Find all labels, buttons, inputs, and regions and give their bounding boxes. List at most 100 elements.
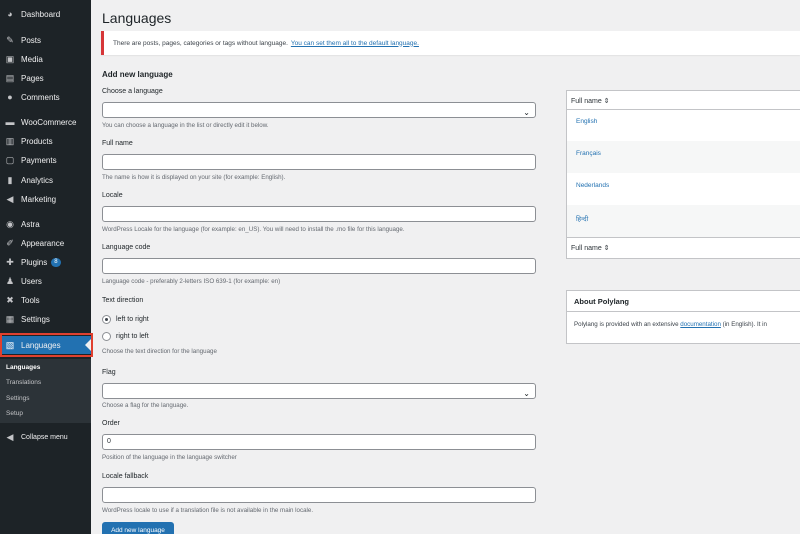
dashboard-icon: ◕	[7, 8, 13, 19]
menu-label: WooCommerce	[21, 117, 77, 127]
full-name-desc: The name is how it is displayed on your …	[102, 174, 286, 181]
menu-label: Dashboard	[21, 9, 61, 19]
menu-label: Marketing	[21, 194, 57, 204]
choose-language-label: Choose a language	[102, 88, 163, 95]
notice-text: There are posts, pages, categories or ta…	[113, 39, 288, 47]
menu-label: Settings	[21, 314, 50, 324]
menu-pages[interactable]: ▤ Pages	[0, 69, 91, 87]
text-direction-label: Text direction	[102, 297, 144, 304]
menu-dashboard[interactable]: ◕ Dashboard	[0, 5, 91, 23]
submenu-translations[interactable]: Translations	[6, 379, 41, 386]
collapse-menu-button[interactable]: ◀ Collapse menu	[0, 428, 91, 446]
menu-woocommerce[interactable]: ▬ WooCommerce	[0, 113, 91, 131]
menu-tools[interactable]: ✖ Tools	[0, 291, 91, 309]
pages-icon: ▤	[5, 72, 15, 83]
locale-desc: WordPress Locale for the language (for e…	[102, 226, 405, 233]
menu-products[interactable]: ▥ Products	[0, 132, 91, 150]
collapse-icon: ◀	[6, 431, 14, 442]
full-name-label: Full name	[102, 140, 133, 147]
payments-icon: ▢	[5, 154, 15, 165]
menu-plugins[interactable]: ✚ Plugins 8	[0, 253, 91, 271]
menu-label: Plugins	[21, 257, 48, 267]
menu-astra[interactable]: ◉ Astra	[0, 215, 91, 233]
locale-input[interactable]	[102, 206, 536, 222]
submenu-setup[interactable]: Setup	[6, 410, 23, 417]
table-row: English	[567, 109, 800, 141]
admin-sidebar: ◕ Dashboard ✎ Posts ▣ Media ▤ Pages ● Comment…	[0, 0, 91, 534]
full-name-column-footer[interactable]: Full name ⇕	[571, 244, 610, 252]
rtl-radio[interactable]	[102, 332, 111, 341]
wrench-icon: ✖	[6, 294, 14, 305]
menu-payments[interactable]: ▢ Payments	[0, 151, 91, 169]
menu-settings[interactable]: ▦ Settings	[0, 310, 91, 328]
menu-analytics[interactable]: ▮ Analytics	[0, 171, 91, 189]
flag-label: Flag	[102, 369, 116, 376]
about-polylang-box: About Polylang Polylang is provided with…	[566, 290, 800, 344]
locale-fallback-input[interactable]	[102, 487, 536, 503]
brush-icon: ✐	[6, 237, 14, 248]
documentation-link[interactable]: documentation	[680, 321, 721, 328]
user-icon: ♟	[5, 275, 15, 286]
flag-select[interactable]: ⌄	[102, 383, 536, 399]
full-name-input[interactable]	[102, 154, 536, 170]
locale-label: Locale	[102, 192, 123, 199]
chevron-down-icon: ⌄	[523, 389, 530, 398]
menu-label: Pages	[21, 73, 44, 83]
languages-table: Full name ⇕ English Français Nederlands …	[566, 90, 800, 259]
menu-posts[interactable]: ✎ Posts	[0, 31, 91, 49]
woo-icon: ▬	[5, 116, 15, 127]
add-new-language-button[interactable]: Add new language	[102, 522, 174, 534]
menu-label: Analytics	[21, 175, 54, 185]
about-text-before: Polylang is provided with an extensive	[574, 321, 679, 328]
media-icon: ▣	[5, 53, 15, 64]
menu-marketing[interactable]: ◀ Marketing	[0, 190, 91, 208]
full-name-column-header[interactable]: Full name ⇕	[571, 97, 610, 105]
choose-language-select[interactable]: ⌄	[102, 102, 536, 118]
about-text: Polylang is provided with an extensive d…	[574, 321, 767, 328]
table-divider	[567, 237, 800, 238]
menu-comments[interactable]: ● Comments	[0, 88, 91, 106]
menu-media[interactable]: ▣ Media	[0, 50, 91, 68]
about-title: About Polylang	[574, 297, 629, 306]
text-direction-desc: Choose the text direction for the langua…	[102, 348, 217, 355]
page-title: Languages	[102, 10, 172, 26]
language-link-nederlands[interactable]: Nederlands	[576, 182, 609, 189]
order-input[interactable]: 0	[102, 434, 536, 450]
astra-icon: ◉	[6, 218, 14, 229]
menu-label: Payments	[21, 155, 57, 165]
language-link-francais[interactable]: Français	[576, 150, 601, 157]
box-divider	[567, 311, 800, 312]
menu-appearance[interactable]: ✐ Appearance	[0, 234, 91, 252]
table-row: हिन्दी	[567, 205, 800, 237]
menu-users[interactable]: ♟ Users	[0, 272, 91, 290]
megaphone-icon: ◀	[6, 193, 14, 204]
locale-fallback-label: Locale fallback	[102, 473, 149, 480]
set-default-language-link[interactable]: You can set them all to the default lang…	[291, 40, 419, 47]
menu-label: Collapse menu	[21, 433, 68, 441]
about-text-after: (in English). It in	[722, 321, 767, 328]
rtl-label: right to left	[116, 333, 149, 340]
table-row: Nederlands	[567, 173, 800, 205]
order-desc: Position of the language in the language…	[102, 454, 237, 461]
choose-language-desc: You can choose a language in the list or…	[102, 122, 269, 129]
language-link-english[interactable]: English	[576, 118, 597, 125]
language-code-input[interactable]	[102, 258, 536, 274]
language-code-label: Language code	[102, 244, 151, 251]
products-icon: ▥	[5, 135, 15, 146]
menu-label: Comments	[21, 92, 60, 102]
languages-submenu: Languages Translations Settings Setup	[0, 359, 91, 423]
submenu-settings[interactable]: Settings	[6, 395, 30, 402]
language-link-hindi[interactable]: हिन्दी	[576, 214, 588, 223]
menu-label: Users	[21, 276, 42, 286]
ltr-radio[interactable]	[102, 315, 111, 324]
settings-icon: ▦	[5, 313, 15, 324]
plugin-icon: ✚	[6, 256, 14, 267]
language-code-desc: Language code - preferably 2-letters ISO…	[102, 278, 281, 285]
menu-label: Products	[21, 136, 53, 146]
ltr-label: left to right	[116, 316, 149, 323]
comment-icon: ●	[7, 91, 13, 102]
add-language-heading: Add new language	[102, 70, 173, 79]
menu-label: Posts	[21, 35, 42, 45]
submenu-languages[interactable]: Languages	[6, 364, 40, 371]
flag-desc: Choose a flag for the language.	[102, 402, 189, 409]
